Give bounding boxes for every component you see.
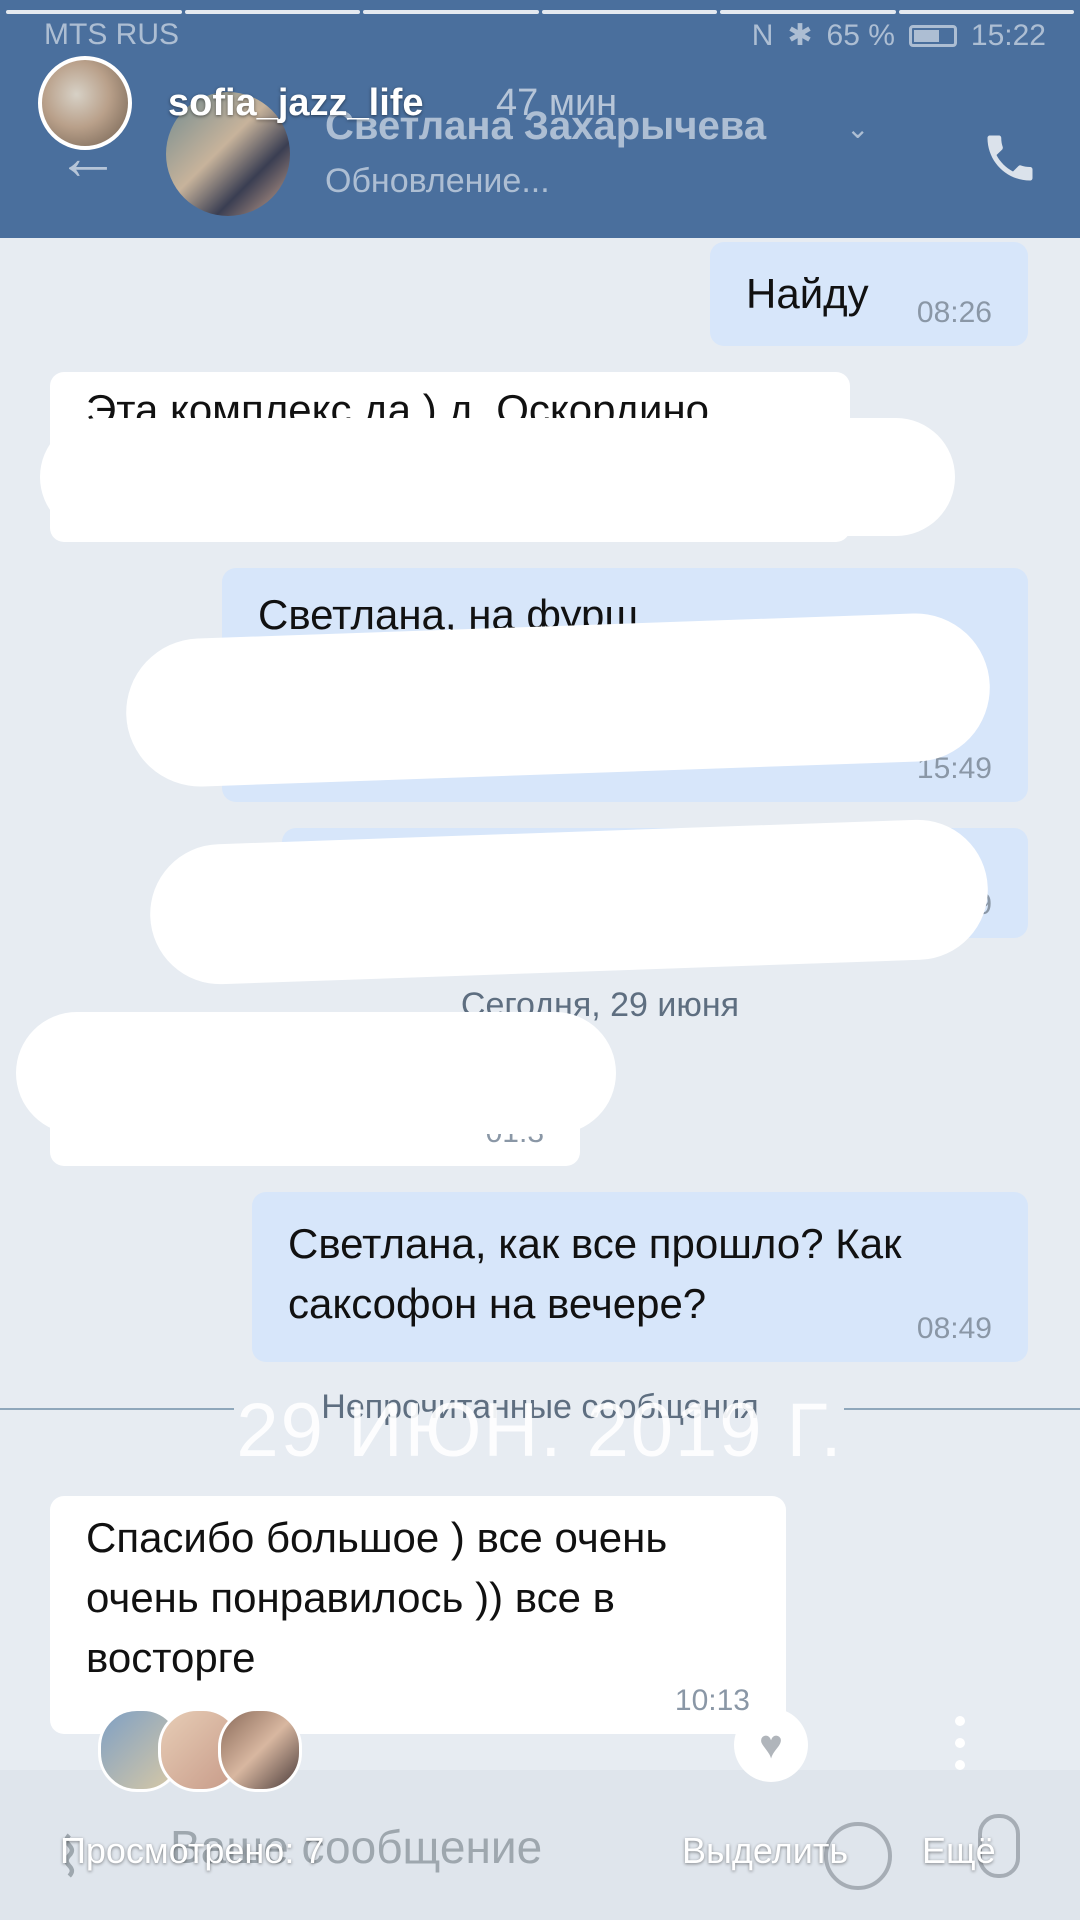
progress-segment — [898, 10, 1074, 14]
redaction-scribble — [16, 1012, 616, 1134]
phone-icon[interactable] — [980, 128, 1040, 188]
story-bottom-bar: Просмотрено: 7 Выделить Ещё — [0, 1820, 1080, 1880]
progress-segment — [541, 10, 717, 14]
clock: 15:22 — [970, 18, 1046, 52]
progress-segment — [6, 10, 182, 14]
progress-segment — [720, 10, 896, 14]
viewer-avatar — [218, 1708, 302, 1792]
redaction-scribble — [40, 418, 955, 536]
message-text: Светлана, как все прошло? Как саксофон н… — [288, 1220, 914, 1327]
battery-icon — [908, 24, 957, 47]
chevron-down-icon[interactable]: ⌄ — [846, 112, 869, 145]
heart-icon[interactable]: ♥ — [734, 1708, 808, 1782]
story-posted-time: 47 мин — [496, 82, 618, 124]
story-date-overlay: 29 ИЮН. 2019 Г. — [236, 1388, 844, 1473]
progress-segment — [363, 10, 539, 14]
bluetooth-icon: ✱ — [787, 19, 813, 52]
message-time: 10:13 — [674, 1684, 750, 1717]
more-button[interactable]: Ещё — [922, 1830, 996, 1872]
message-outgoing[interactable]: Светлана, как все прошло? Как саксофон н… — [252, 1192, 1028, 1362]
story-user-avatar[interactable] — [38, 56, 132, 150]
more-dots-icon[interactable] — [950, 1716, 970, 1776]
status-right: N ✱ 65 % 15:22 — [752, 18, 1046, 53]
progress-segment — [184, 10, 360, 14]
message-incoming[interactable]: Спасибо большое ) все очень очень понрав… — [50, 1496, 786, 1734]
message-time: 08:49 — [916, 1312, 992, 1345]
redaction-scribble — [123, 610, 993, 790]
nfc-icon: N — [751, 18, 774, 52]
contact-status: Обновление... — [325, 162, 550, 200]
redaction-scribble — [147, 817, 991, 987]
status-bar: MTS RUS N ✱ 65 % 15:22 — [0, 18, 1080, 58]
battery-percent: 65 % — [826, 18, 895, 52]
message-outgoing[interactable]: Найду 08:26 — [710, 242, 1028, 346]
message-time: 08:26 — [916, 296, 992, 329]
story-username[interactable]: sofia_jazz_life — [168, 82, 424, 125]
select-button[interactable]: Выделить — [682, 1830, 848, 1872]
message-list[interactable]: Найду 08:26 Эта комплекс да ) д. Оскорди… — [0, 238, 1080, 1768]
story-progress-bar — [0, 10, 1080, 16]
carrier-label: MTS RUS — [44, 18, 179, 51]
message-text: Спасибо большое ) все очень очень понрав… — [86, 1514, 679, 1681]
viewed-count[interactable]: Просмотрено: 7 — [60, 1830, 324, 1872]
